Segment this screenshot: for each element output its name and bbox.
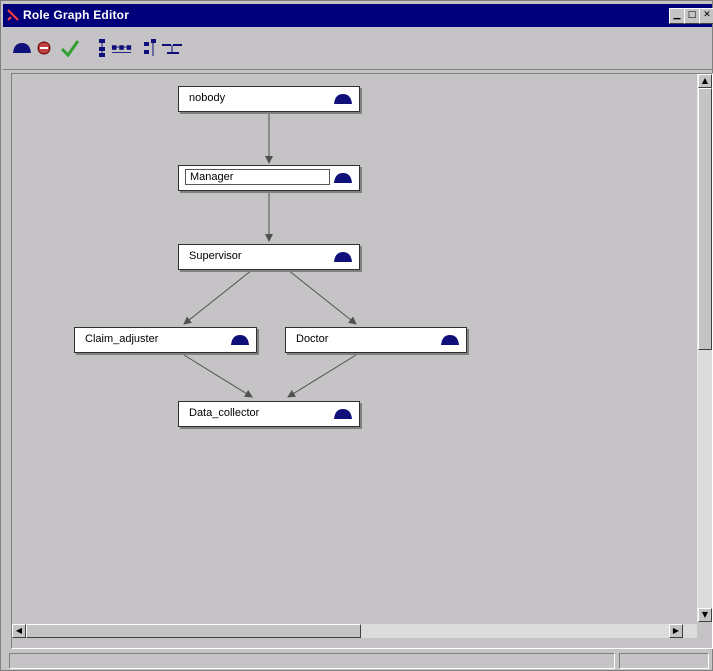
role-node-manager[interactable]: Manager <box>178 165 360 191</box>
edge-supervisor-doctor <box>287 269 357 325</box>
status-pane-secondary <box>619 653 709 669</box>
role-hat-icon <box>334 94 352 104</box>
scroll-up-button[interactable]: ▲ <box>698 74 712 88</box>
connect-horizontal-button[interactable] <box>161 37 183 59</box>
role-node-data-collector[interactable]: Data_collector <box>178 401 360 427</box>
delete-role-button[interactable] <box>33 37 55 59</box>
layout-horizontal-button[interactable] <box>111 37 133 59</box>
graph-canvas[interactable]: nobody Manager Supervisor Claim_adjuster… <box>12 74 697 622</box>
role-hat-icon <box>13 43 31 53</box>
role-node-doctor[interactable]: Doctor <box>285 327 467 353</box>
role-hat-icon <box>231 335 249 345</box>
app-icon <box>7 9 19 21</box>
add-role-button[interactable] <box>11 37 33 59</box>
connect-horizontal-icon <box>162 44 182 54</box>
layout-vertical-icon <box>99 39 105 57</box>
vertical-scrollbar[interactable]: ▲ ▼ <box>697 74 712 622</box>
edge-claim-adjuster-data-collector <box>183 354 253 398</box>
role-hat-icon <box>334 409 352 419</box>
role-node-label: Doctor <box>296 333 329 345</box>
minimize-button[interactable]: ▁ <box>669 8 685 24</box>
window-title: Role Graph Editor <box>23 8 130 22</box>
vertical-scroll-thumb[interactable] <box>698 88 712 350</box>
role-hat-icon <box>334 173 352 183</box>
horizontal-scrollbar[interactable]: ◀ ▶ <box>12 624 697 638</box>
role-node-supervisor[interactable]: Supervisor <box>178 244 360 270</box>
delete-icon <box>37 41 51 55</box>
layout-horizontal-icon <box>111 45 132 54</box>
connect-vertical-button[interactable] <box>139 37 161 59</box>
connect-vertical-icon <box>144 39 156 56</box>
maximize-button[interactable]: □ <box>684 8 700 24</box>
role-graph-editor-window: Role Graph Editor ▁ □ ✕ nobody Manager S… <box>0 0 713 671</box>
toolbar <box>3 29 712 70</box>
role-node-label: nobody <box>189 92 226 104</box>
edge-supervisor-claim-adjuster <box>183 269 253 325</box>
validate-button[interactable] <box>59 37 81 59</box>
size-grip[interactable] <box>698 624 712 638</box>
role-node-label: Supervisor <box>189 250 242 262</box>
role-hat-icon <box>334 252 352 262</box>
title-bar[interactable]: Role Graph Editor ▁ □ ✕ <box>3 4 713 27</box>
status-bar <box>3 651 712 670</box>
role-node-nobody[interactable]: nobody <box>178 86 360 112</box>
horizontal-scroll-thumb[interactable] <box>26 624 361 638</box>
role-node-label: Claim_adjuster <box>85 333 159 345</box>
role-node-claim-adjuster[interactable]: Claim_adjuster <box>74 327 257 353</box>
role-hat-icon <box>441 335 459 345</box>
scroll-right-button[interactable]: ▶ <box>669 624 683 638</box>
edge-doctor-data-collector <box>287 354 357 398</box>
role-node-label: Manager <box>185 169 330 185</box>
layout-vertical-button[interactable] <box>91 37 113 59</box>
close-button[interactable]: ✕ <box>699 8 713 24</box>
scroll-down-button[interactable]: ▼ <box>698 608 712 622</box>
role-node-label: Data_collector <box>189 407 260 419</box>
status-pane-main <box>9 653 615 669</box>
scroll-left-button[interactable]: ◀ <box>12 624 26 638</box>
checkmark-icon <box>60 40 80 58</box>
graph-canvas-frame: nobody Manager Supervisor Claim_adjuster… <box>11 73 713 649</box>
